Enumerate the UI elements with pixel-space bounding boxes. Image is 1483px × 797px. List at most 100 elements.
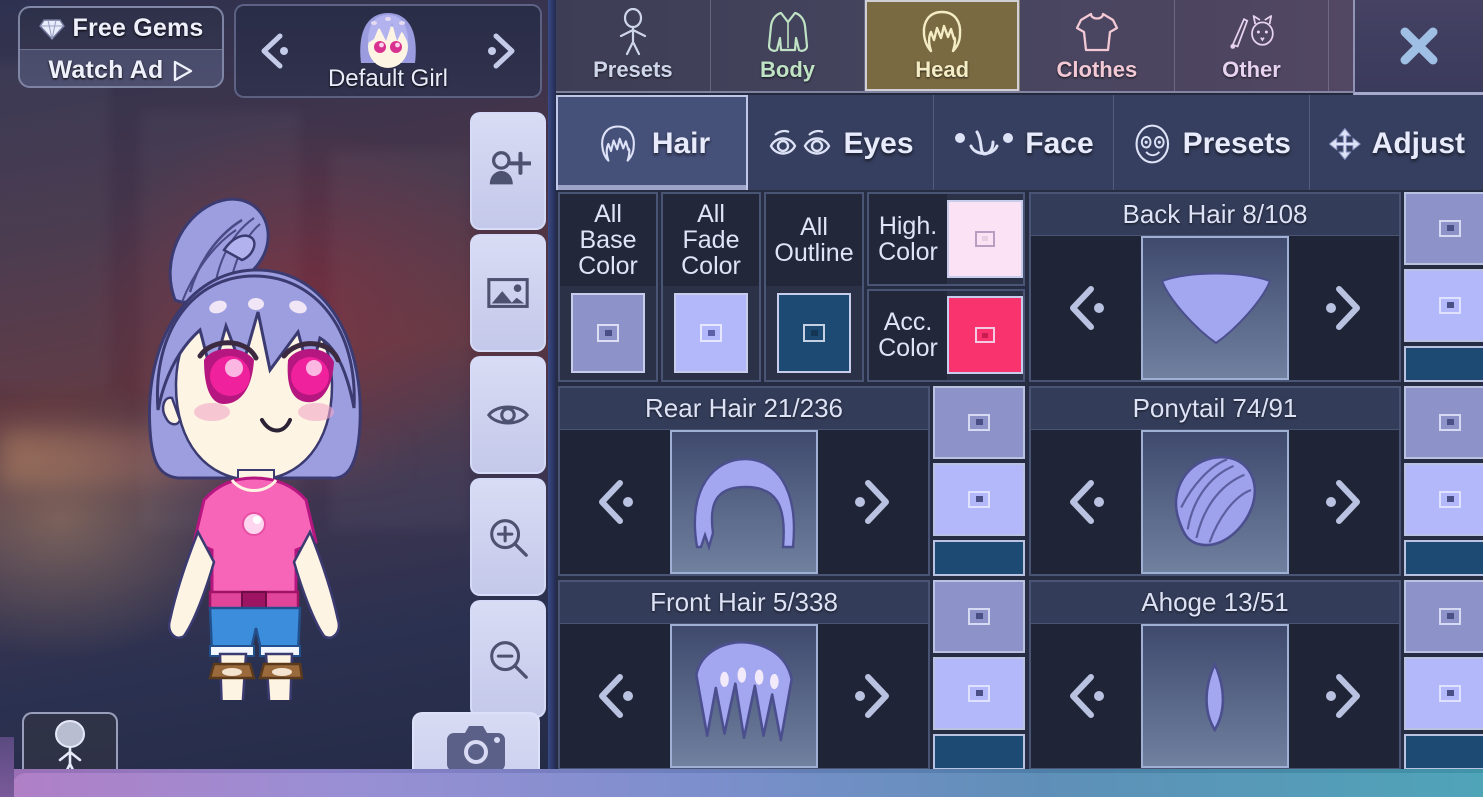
free-gems-row[interactable]: Free Gems <box>20 8 222 49</box>
free-gems-button[interactable]: Free Gems Watch Ad <box>18 6 224 88</box>
ponytail-base-swatch[interactable] <box>1404 386 1483 459</box>
ponytail-next-button[interactable] <box>1289 430 1399 574</box>
rear-hair-outline-swatch[interactable] <box>933 539 1025 576</box>
add-character-tool[interactable] <box>470 112 546 230</box>
tab-head-label: Head <box>915 57 970 82</box>
ponytail-fade-swatch[interactable] <box>1404 462 1483 536</box>
front-hair-body <box>560 624 928 768</box>
ponytail-card[interactable]: Ponytail 74/91 <box>1029 386 1401 576</box>
character-sprite[interactable] <box>120 180 390 700</box>
prev-character-button[interactable] <box>250 28 296 74</box>
subtab-presets[interactable]: Presets <box>1114 95 1310 192</box>
front-hair-fade-swatch[interactable] <box>933 656 1025 730</box>
all-base-color-caption: All Base Color <box>560 194 656 286</box>
zoom-out-tool[interactable] <box>470 600 546 718</box>
front-hair-prev-button[interactable] <box>560 624 670 768</box>
main-tab-bar: Presets Body Head Clothes Other <box>556 0 1483 93</box>
tab-clothes[interactable]: Clothes <box>1020 0 1175 91</box>
high-line2: Color <box>878 237 938 266</box>
back-hair-fade-swatch[interactable] <box>1404 268 1483 342</box>
all-outline-color-button[interactable]: All Outline <box>764 192 864 382</box>
subtab-adjust[interactable]: Adjust <box>1310 95 1483 192</box>
chevron-right-icon <box>1326 674 1360 718</box>
zoom-in-tool[interactable] <box>470 478 546 596</box>
all-base-color-button[interactable]: All Base Color <box>558 192 658 382</box>
character-identity: Default Girl <box>328 9 448 93</box>
back-hair-next-button[interactable] <box>1289 236 1399 380</box>
sub-tab-bar: Hair Eyes Face Presets Adjust <box>556 95 1483 192</box>
grid-row: Rear Hair 21/236 Ponytail 74/91 <box>558 386 1483 576</box>
ponytail-title: Ponytail 74/91 <box>1031 388 1399 430</box>
front-hair-card[interactable]: Front Hair 5/338 <box>558 580 930 770</box>
close-icon <box>1400 27 1438 65</box>
character-preview-area[interactable]: Free Gems Watch Ad Default Girl <box>0 0 556 797</box>
all-outline-swatch[interactable] <box>777 293 851 373</box>
back-hair-base-swatch[interactable] <box>1404 192 1483 265</box>
rear-hair-card[interactable]: Rear Hair 21/236 <box>558 386 930 576</box>
rear-hair-prev-button[interactable] <box>560 430 670 574</box>
sword-cat-icon <box>1229 15 1274 49</box>
tab-other-label: Other <box>1222 57 1281 82</box>
next-character-button[interactable] <box>480 28 526 74</box>
back-hair-outline-swatch[interactable] <box>1404 345 1483 382</box>
all-fade-color-button[interactable]: All Fade Color <box>661 192 761 382</box>
all-fade-swatch-wrap <box>663 286 759 380</box>
free-gems-label: Free Gems <box>72 14 204 42</box>
front-hair-outline-swatch[interactable] <box>933 733 1025 770</box>
ahoge-fade-swatch[interactable] <box>1404 656 1483 730</box>
front-hair-base-swatch[interactable] <box>933 580 1025 653</box>
back-hair-prev-button[interactable] <box>1031 236 1141 380</box>
subtab-adjust-label: Adjust <box>1371 126 1465 160</box>
rear-hair-thumbnail[interactable] <box>670 430 818 574</box>
grid-row: Front Hair 5/338 Ahoge 13/51 <box>558 580 1483 770</box>
ahoge-card[interactable]: Ahoge 13/51 <box>1029 580 1401 770</box>
character-avatar-icon <box>360 13 416 68</box>
ponytail-prev-button[interactable] <box>1031 430 1141 574</box>
close-button[interactable] <box>1353 0 1483 95</box>
bg-building <box>0 60 110 390</box>
chevron-right-icon <box>855 674 889 718</box>
back-hair-card[interactable]: Back Hair 8/108 <box>1029 192 1401 382</box>
face-oval-icon <box>1135 124 1170 163</box>
tab-head[interactable]: Head <box>865 0 1021 91</box>
background-tool[interactable] <box>470 234 546 352</box>
ponytail-swatches <box>1404 386 1483 576</box>
tab-presets[interactable]: Presets <box>556 0 711 91</box>
subtab-hair-label: Hair <box>651 126 711 160</box>
highlight-color-button[interactable]: High. Color <box>867 192 1025 286</box>
tab-other[interactable]: Other <box>1175 0 1330 91</box>
all-fade-swatch[interactable] <box>674 293 748 373</box>
tab-body[interactable]: Body <box>711 0 866 91</box>
bottom-accent-strip <box>0 769 1483 797</box>
rear-hair-base-swatch[interactable] <box>933 386 1025 459</box>
character-selector[interactable]: Default Girl <box>234 4 542 98</box>
all-outline-caption: All Outline <box>766 194 862 286</box>
ahoge-base-swatch[interactable] <box>1404 580 1483 653</box>
subtab-hair[interactable]: Hair <box>556 95 748 192</box>
accent-swatch-wrap <box>947 291 1023 381</box>
subtab-eyes[interactable]: Eyes <box>748 95 934 192</box>
front-hair-cell: Front Hair 5/338 <box>558 580 1025 770</box>
front-hair-next-button[interactable] <box>818 624 928 768</box>
ahoge-prev-button[interactable] <box>1031 624 1141 768</box>
high-line1: High. <box>878 211 938 240</box>
watch-ad-row[interactable]: Watch Ad <box>20 50 222 86</box>
ahoge-thumbnail[interactable] <box>1141 624 1289 768</box>
back-hair-thumbnail[interactable] <box>1141 236 1289 380</box>
ahoge-outline-swatch[interactable] <box>1404 733 1483 770</box>
tab-clothes-label: Clothes <box>1056 57 1138 82</box>
ahoge-next-button[interactable] <box>1289 624 1399 768</box>
rear-hair-next-button[interactable] <box>818 430 928 574</box>
accent-swatch[interactable] <box>947 296 1023 375</box>
ponytail-outline-swatch[interactable] <box>1404 539 1483 576</box>
front-hair-thumbnail[interactable] <box>670 624 818 768</box>
ponytail-thumbnail[interactable] <box>1141 430 1289 574</box>
highlight-swatch[interactable] <box>947 199 1023 278</box>
rear-hair-fade-swatch[interactable] <box>933 462 1025 536</box>
preview-eye-tool[interactable] <box>470 356 546 474</box>
accent-color-button[interactable]: Acc. Color <box>867 288 1025 382</box>
subtab-face[interactable]: Face <box>934 95 1114 192</box>
global-color-module: All Base Color All Fade Color All Outlin… <box>558 192 1025 382</box>
rear-hair-cell: Rear Hair 21/236 <box>558 386 1025 576</box>
all-base-swatch[interactable] <box>571 293 645 373</box>
